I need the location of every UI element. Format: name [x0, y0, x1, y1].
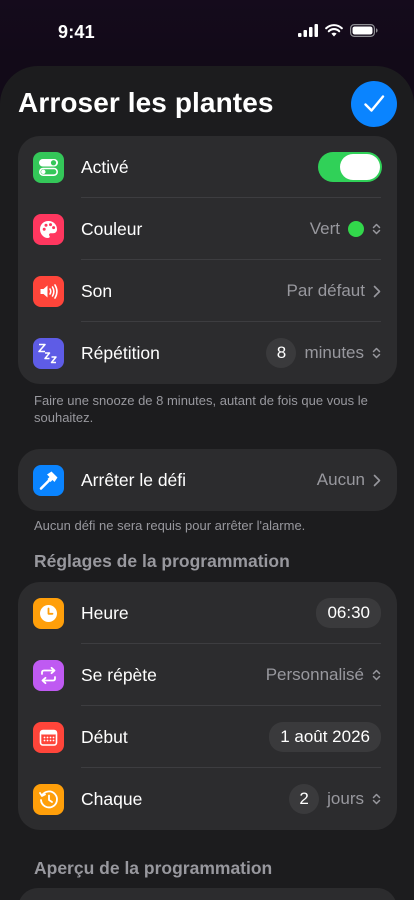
- preview-group: [18, 888, 397, 900]
- speaker-icon: [33, 275, 64, 307]
- snooze-number[interactable]: 8: [266, 338, 297, 368]
- active-label: Activé: [81, 156, 129, 177]
- chevron-up-down-icon: [372, 347, 381, 359]
- repeats-picker[interactable]: Personnalisé: [266, 665, 381, 685]
- every-label: Chaque: [81, 788, 143, 809]
- chevron-right-icon: [373, 474, 381, 486]
- chevron-up-down-icon: [372, 793, 381, 805]
- snooze-stepper[interactable]: 8 minutes: [266, 338, 381, 368]
- time-label: Heure: [81, 602, 129, 623]
- active-toggle[interactable]: [318, 152, 382, 182]
- schedule-group: Heure 06:30 Se répète Personnalisé Début…: [18, 582, 397, 830]
- toggles-icon: [33, 151, 64, 183]
- challenge-label: Arrêter le défi: [81, 469, 187, 490]
- challenge-note: Aucun défi ne sera requis pour arrêter l…: [34, 518, 306, 533]
- snooze-row[interactable]: Répétition 8 minutes: [18, 322, 397, 384]
- active-row[interactable]: Activé: [18, 136, 397, 198]
- battery-icon: [350, 24, 378, 37]
- preview-section-title: Aperçu de la programmation: [34, 858, 273, 878]
- zzz-icon: [33, 337, 64, 369]
- checkmark-icon: [364, 95, 385, 112]
- repeat-icon: [33, 659, 64, 691]
- alarm-settings-group: Activé Couleur Vert Son Par défaut Répét…: [18, 136, 397, 384]
- wifi-icon: [325, 24, 343, 37]
- challenge-group: Arrêter le défi Aucun: [18, 449, 397, 511]
- every-row[interactable]: Chaque 2 jours: [18, 768, 397, 830]
- every-unit: jours: [327, 789, 364, 808]
- start-row[interactable]: Début 1 août 2026: [18, 706, 397, 768]
- schedule-section-title: Réglages de la programmation: [34, 551, 290, 571]
- page-title: Arroser les plantes: [18, 87, 274, 118]
- time-picker[interactable]: 06:30: [316, 598, 381, 628]
- color-picker[interactable]: Vert: [310, 219, 381, 239]
- start-label: Début: [81, 726, 128, 747]
- sound-value-link[interactable]: Par défaut: [287, 281, 381, 301]
- sound-value: Par défaut: [286, 281, 365, 300]
- repeats-value: Personnalisé: [265, 665, 364, 684]
- snooze-label: Répétition: [81, 342, 160, 363]
- challenge-value-link[interactable]: Aucun: [317, 470, 381, 490]
- challenge-row[interactable]: Arrêter le défi Aucun: [18, 449, 397, 511]
- status-bar: 9:41: [0, 0, 414, 62]
- chevron-right-icon: [373, 285, 381, 297]
- color-row[interactable]: Couleur Vert: [18, 198, 397, 260]
- history-icon: [33, 783, 64, 815]
- start-date-picker[interactable]: 1 août 2026: [269, 722, 381, 752]
- hammer-icon: [33, 464, 64, 496]
- snooze-unit: minutes: [304, 343, 364, 362]
- challenge-value: Aucun: [316, 470, 365, 489]
- sound-label: Son: [81, 280, 113, 301]
- status-time: 9:41: [58, 22, 95, 42]
- every-number[interactable]: 2: [289, 784, 320, 814]
- chevron-up-down-icon: [372, 223, 381, 235]
- time-row[interactable]: Heure 06:30: [18, 582, 397, 644]
- signal-icon: [298, 24, 318, 37]
- sound-row[interactable]: Son Par défaut: [18, 260, 397, 322]
- repeats-label: Se répète: [81, 664, 157, 685]
- color-label: Couleur: [81, 218, 143, 239]
- clock-icon: [33, 597, 64, 629]
- snooze-note: Faire une snooze de 8 minutes, autant de…: [34, 393, 368, 425]
- color-swatch: [348, 221, 364, 237]
- status-icons: [298, 24, 378, 37]
- chevron-up-down-icon: [372, 669, 381, 681]
- every-stepper[interactable]: 2 jours: [289, 784, 381, 814]
- repeats-row[interactable]: Se répète Personnalisé: [18, 644, 397, 706]
- color-value: Vert: [309, 219, 340, 238]
- done-button[interactable]: [351, 81, 397, 127]
- palette-icon: [33, 213, 64, 245]
- calendar-icon: [33, 721, 64, 753]
